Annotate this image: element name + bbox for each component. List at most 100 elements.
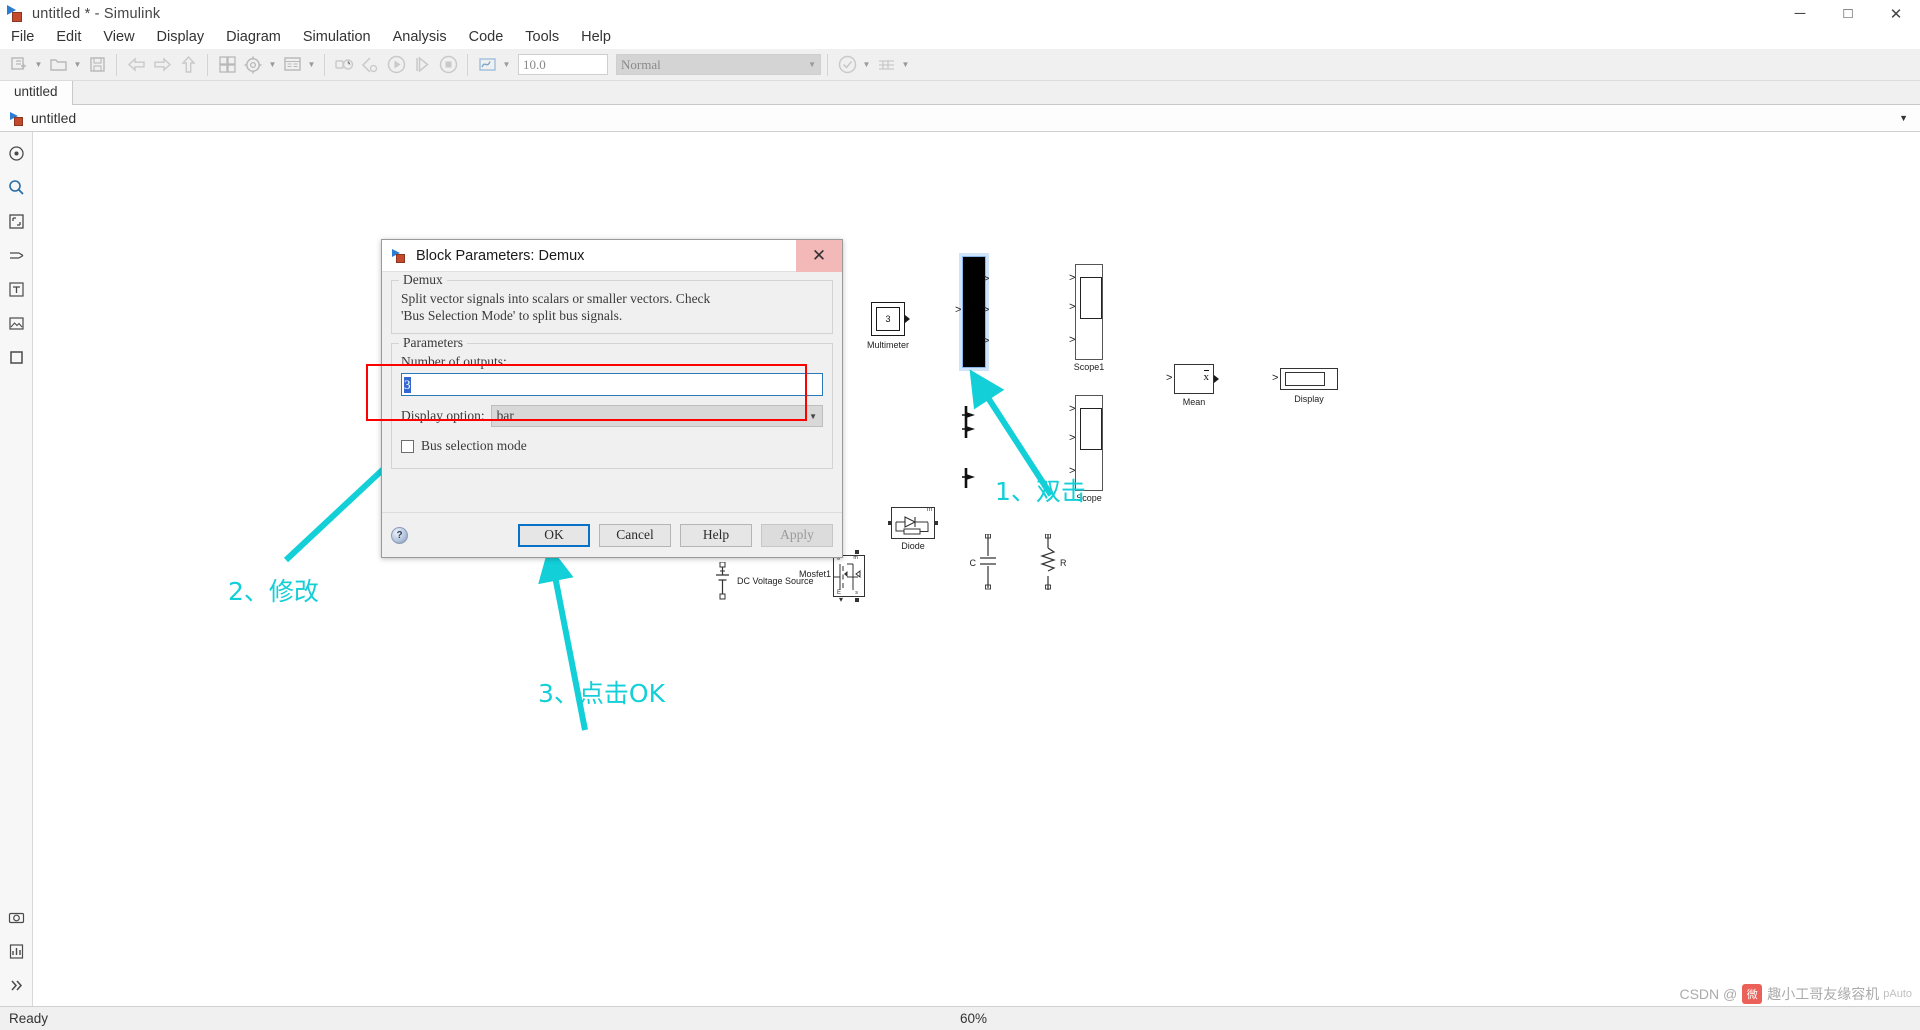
- block-capacitor[interactable]: C: [970, 533, 998, 595]
- tab-untitled[interactable]: untitled: [0, 81, 73, 105]
- model-explorer-icon[interactable]: [279, 52, 305, 78]
- run-icon[interactable]: [383, 52, 409, 78]
- simulink-block-icon: [392, 248, 408, 264]
- bus-selection-mode-checkbox[interactable]: [401, 439, 414, 453]
- bus-selection-mode-label: Bus selection mode: [421, 438, 527, 454]
- fit-to-view-icon[interactable]: [0, 204, 33, 238]
- close-button[interactable]: ✕: [1872, 0, 1920, 27]
- fast-restart-icon[interactable]: [357, 52, 383, 78]
- port-in-icon: >: [955, 304, 962, 316]
- library-browser-icon[interactable]: [214, 52, 240, 78]
- back-arrow-icon[interactable]: [123, 52, 149, 78]
- parameters-group: Parameters Number of outputs: Display op…: [391, 335, 833, 470]
- window-title: untitled * - Simulink: [32, 5, 161, 22]
- menu-file[interactable]: File: [0, 26, 45, 48]
- simulation-mode-select[interactable]: Normal ▼: [616, 54, 821, 75]
- block-label-multimeter: Multimeter: [866, 340, 909, 350]
- signal-logging-icon[interactable]: [474, 52, 500, 78]
- block-scope1[interactable]: [1075, 264, 1103, 360]
- bus-selection-row[interactable]: Bus selection mode: [401, 438, 823, 454]
- port-in-icon: >: [1069, 334, 1076, 346]
- camera-icon[interactable]: [0, 900, 33, 934]
- menu-diagram[interactable]: Diagram: [215, 26, 292, 48]
- menu-help[interactable]: Help: [570, 26, 622, 48]
- explorer-dropdown-icon[interactable]: ▼: [305, 52, 318, 78]
- menu-display[interactable]: Display: [146, 26, 216, 48]
- chevron-down-icon[interactable]: ▼: [1899, 113, 1908, 123]
- watermark: CSDN @ 微 趣小工哥友缘容机 pAuto: [1679, 984, 1912, 1004]
- cancel-button[interactable]: Cancel: [599, 523, 671, 547]
- number-of-outputs-input[interactable]: [401, 373, 823, 397]
- new-model-dropdown-icon[interactable]: ▼: [32, 52, 45, 78]
- expand-icon[interactable]: [0, 968, 33, 1002]
- menu-edit[interactable]: Edit: [45, 26, 92, 48]
- dialog-title: Block Parameters: Demux: [416, 247, 585, 264]
- block-demux[interactable]: > > > >: [955, 253, 989, 371]
- block-mosfet1[interactable]: g m E s ▾ ▾ Mosfet1: [799, 549, 865, 604]
- maximize-button[interactable]: □: [1824, 0, 1872, 27]
- help-orb-icon[interactable]: ?: [391, 526, 408, 544]
- settings-dropdown-icon[interactable]: ▼: [266, 52, 279, 78]
- toolbar-separator: [324, 53, 325, 76]
- block-parameters-dialog[interactable]: Block Parameters: Demux ✕ Demux Split ve…: [381, 239, 843, 558]
- number-of-outputs-label: Number of outputs:: [401, 354, 507, 370]
- navigate-icon[interactable]: [0, 136, 33, 170]
- model-settings-gear-icon[interactable]: [240, 52, 266, 78]
- multimeter-value: 3: [876, 307, 900, 331]
- block-diode[interactable]: m Diode: [888, 507, 938, 551]
- watermark-tail: pAuto: [1883, 988, 1912, 1000]
- port-out-icon: [1214, 375, 1219, 383]
- menu-simulation[interactable]: Simulation: [292, 26, 382, 48]
- block-mean[interactable]: x > Mean: [1166, 364, 1219, 407]
- new-model-icon[interactable]: [6, 52, 32, 78]
- open-dropdown-icon[interactable]: ▼: [71, 52, 84, 78]
- report-icon[interactable]: [0, 934, 33, 968]
- ok-button[interactable]: OK: [518, 523, 590, 547]
- step-forward-icon[interactable]: [409, 52, 435, 78]
- block-resistor[interactable]: R: [1038, 533, 1067, 595]
- check-dropdown-icon[interactable]: ▼: [860, 52, 873, 78]
- open-folder-icon[interactable]: [45, 52, 71, 78]
- block-label-mosfet1: Mosfet1: [798, 569, 831, 579]
- watermark-badge-icon: 微: [1742, 984, 1763, 1004]
- display-option-select[interactable]: bar ▼: [490, 405, 823, 428]
- model-canvas[interactable]: 3 Multimeter > > > > > > > Scope1 > > > …: [33, 132, 1920, 820]
- zoom-icon[interactable]: [0, 170, 33, 204]
- menu-code[interactable]: Code: [458, 26, 515, 48]
- menu-view[interactable]: View: [92, 26, 145, 48]
- area-icon[interactable]: [0, 340, 33, 374]
- check-model-icon[interactable]: [834, 52, 860, 78]
- block-display[interactable]: > Display: [1272, 368, 1338, 404]
- block-label-capacitor: C: [969, 558, 977, 568]
- breadcrumb: untitled ▼: [0, 105, 1920, 132]
- simulink-model-icon: [10, 111, 25, 126]
- port-out-icon: >: [983, 335, 990, 347]
- port-in-icon: >: [1069, 272, 1076, 284]
- layout-grid-icon[interactable]: [873, 52, 899, 78]
- save-icon[interactable]: [84, 52, 110, 78]
- up-arrow-icon[interactable]: [175, 52, 201, 78]
- help-button[interactable]: Help: [680, 523, 752, 547]
- block-multimeter[interactable]: 3 Multimeter: [867, 302, 910, 350]
- image-icon[interactable]: [0, 306, 33, 340]
- simulation-stop-time-input[interactable]: 10.0: [518, 54, 608, 75]
- apply-button: Apply: [761, 523, 833, 547]
- annotation-step-2: 2、修改: [228, 577, 319, 606]
- block-dc-voltage-source[interactable]: DC Voltage Source: [713, 561, 814, 609]
- route-signal-icon[interactable]: [0, 238, 33, 272]
- stop-icon[interactable]: [435, 52, 461, 78]
- dialog-close-button[interactable]: ✕: [796, 239, 842, 272]
- block-label-display: Display: [1294, 394, 1324, 404]
- forward-arrow-icon[interactable]: [149, 52, 175, 78]
- display-option-label: Display option:: [401, 408, 485, 424]
- layout-dropdown-icon[interactable]: ▼: [899, 52, 912, 78]
- port-out-icon: >: [983, 304, 990, 316]
- annotation-text-icon[interactable]: [0, 272, 33, 306]
- menu-tools[interactable]: Tools: [514, 26, 570, 48]
- minimize-button[interactable]: ─: [1776, 0, 1824, 27]
- update-model-icon[interactable]: [331, 52, 357, 78]
- dialog-body: Demux Split vector signals into scalars …: [382, 272, 842, 470]
- display-option-row: Display option: bar ▼: [401, 405, 823, 428]
- logging-dropdown-icon[interactable]: ▼: [500, 52, 513, 78]
- menu-analysis[interactable]: Analysis: [382, 26, 458, 48]
